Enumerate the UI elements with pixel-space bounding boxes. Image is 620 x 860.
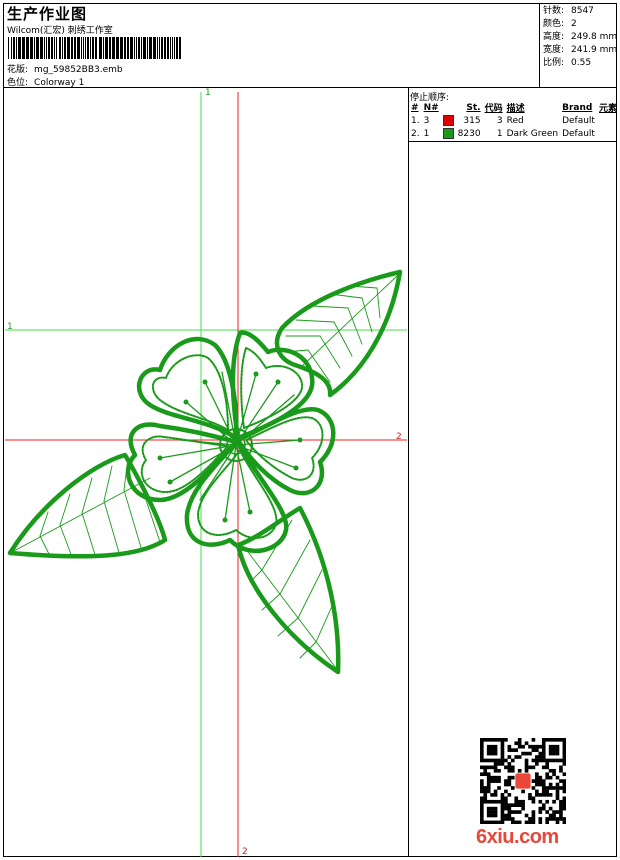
design-canvas <box>5 92 407 857</box>
watermark-logo: 6xiu.com <box>476 826 559 848</box>
green-vertical-label: 1 <box>205 88 211 98</box>
red-horizontal-label: 2 <box>396 432 402 442</box>
leaf-lower-right <box>235 505 341 675</box>
red-vertical-label: 2 <box>242 847 248 857</box>
qr-code <box>480 738 566 824</box>
stamen-lines <box>159 371 301 521</box>
qr-center-logo <box>515 773 531 789</box>
green-horizontal-label: 1 <box>7 322 13 332</box>
petal-bottom <box>184 437 289 554</box>
embroidery-flower <box>7 269 403 675</box>
